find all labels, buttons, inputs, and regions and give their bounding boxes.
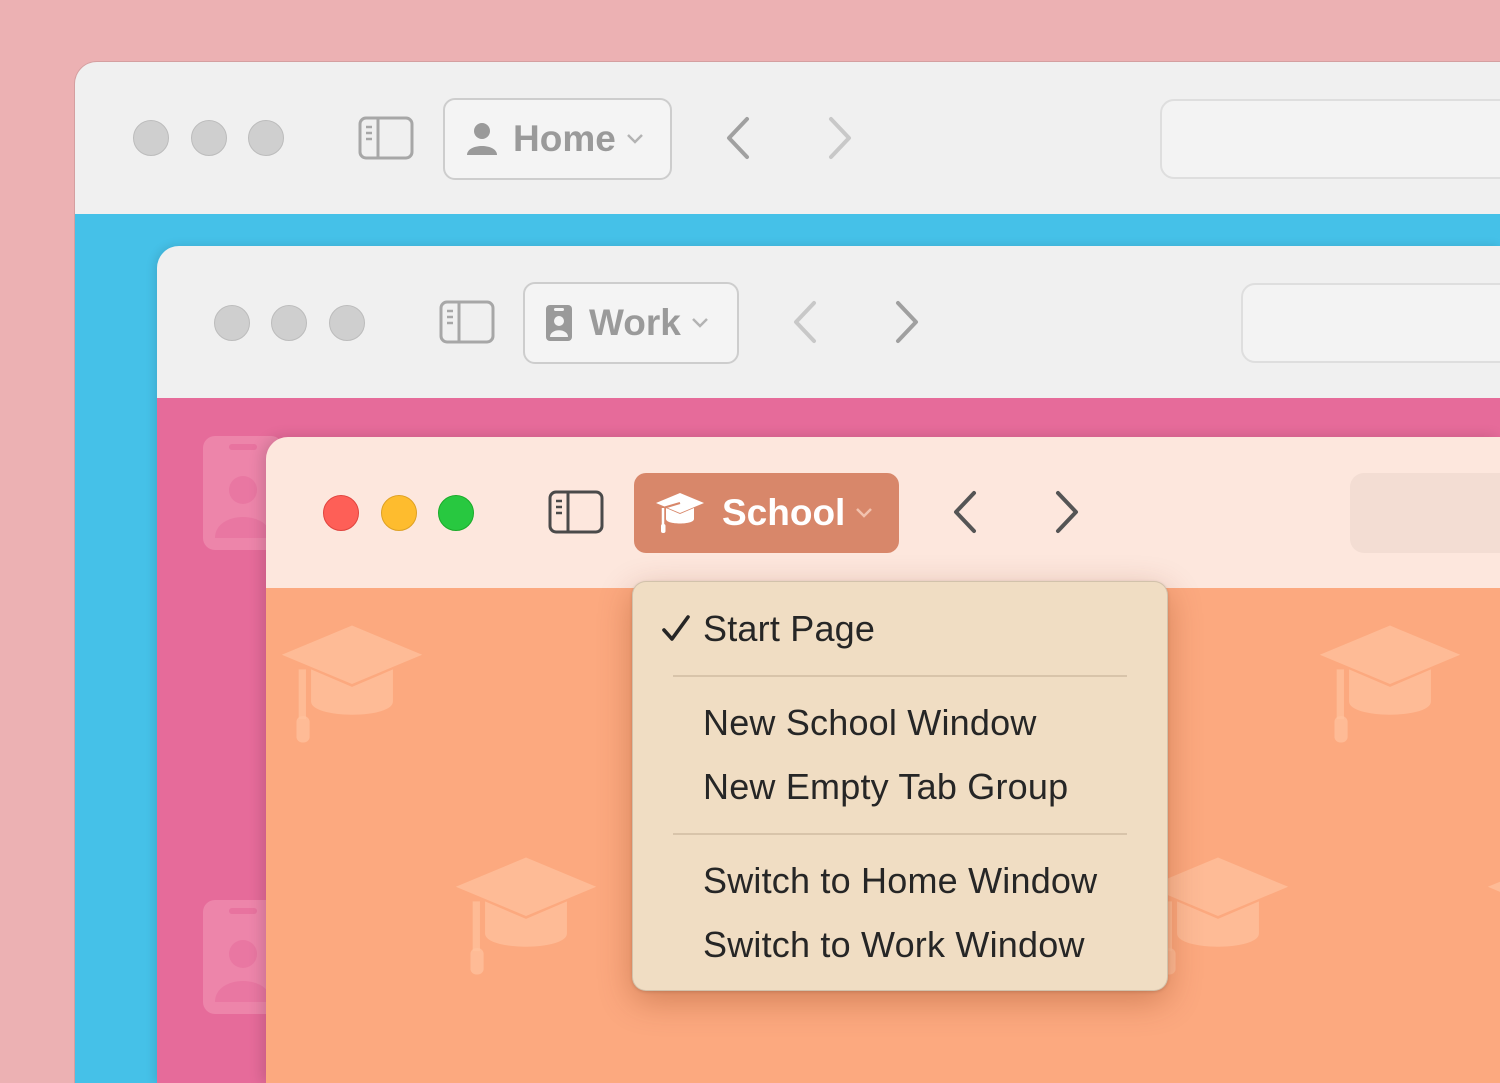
- chevron-down-icon: [691, 318, 708, 328]
- menu-item-new-school-window[interactable]: New School Window: [633, 692, 1167, 752]
- menu-item-label: Switch to Home Window: [703, 860, 1098, 901]
- menu-item-switch-to-home-window[interactable]: Switch to Home Window: [633, 850, 1167, 910]
- address-bar[interactable]: [1241, 283, 1500, 363]
- school-window-titlebar: School: [266, 437, 1500, 589]
- chevron-down-icon: [856, 508, 873, 518]
- sidebar-toggle-icon[interactable]: [439, 300, 495, 344]
- close-button[interactable]: [214, 305, 250, 341]
- minimize-button[interactable]: [191, 120, 227, 156]
- profile-label: Home: [513, 118, 616, 159]
- menu-item-new-empty-tab-group[interactable]: New Empty Tab Group: [633, 756, 1167, 816]
- chevron-down-icon: [626, 134, 643, 144]
- menu-separator: [673, 675, 1127, 677]
- forward-icon[interactable]: [892, 300, 922, 344]
- back-icon[interactable]: [790, 300, 820, 344]
- forward-icon[interactable]: [825, 116, 855, 160]
- profile-label: Work: [589, 302, 681, 343]
- graduation-cap-icon: [281, 625, 423, 743]
- sidebar-toggle-icon[interactable]: [548, 490, 604, 534]
- minimize-button[interactable]: [381, 495, 417, 531]
- menu-item-switch-to-work-window[interactable]: Switch to Work Window: [633, 914, 1167, 974]
- menu-separator: [673, 833, 1127, 835]
- person-icon: [467, 123, 497, 155]
- close-button[interactable]: [133, 120, 169, 156]
- menu-item-label: New School Window: [703, 702, 1037, 743]
- home-window-titlebar: Home: [75, 62, 1500, 215]
- menu-item-label: New Empty Tab Group: [703, 766, 1069, 807]
- profile-label: School: [722, 492, 846, 533]
- graduation-cap-icon: [1319, 625, 1461, 743]
- profile-menu: Start Page New School Window New Empty T…: [632, 581, 1168, 991]
- sidebar-toggle-icon[interactable]: [358, 116, 414, 160]
- address-bar[interactable]: [1350, 473, 1500, 553]
- checkmark-icon: [662, 615, 690, 641]
- menu-item-start-page[interactable]: Start Page: [633, 596, 1167, 664]
- graduation-cap-icon: [455, 857, 597, 975]
- id-badge-icon: [546, 305, 572, 341]
- menu-item-label: Start Page: [703, 608, 876, 649]
- back-icon[interactable]: [950, 490, 980, 534]
- address-bar[interactable]: [1160, 99, 1500, 179]
- zoom-button[interactable]: [248, 120, 284, 156]
- graduation-cap-icon: [1487, 881, 1500, 892]
- profile-button-home[interactable]: Home: [443, 98, 672, 180]
- profile-button-work[interactable]: Work: [523, 282, 739, 364]
- close-button[interactable]: [323, 495, 359, 531]
- work-window-titlebar: Work: [157, 246, 1500, 399]
- zoom-button[interactable]: [438, 495, 474, 531]
- back-icon[interactable]: [723, 116, 753, 160]
- zoom-button[interactable]: [329, 305, 365, 341]
- menu-item-label: Switch to Work Window: [703, 924, 1085, 965]
- forward-icon[interactable]: [1052, 490, 1082, 534]
- graduation-cap-icon: [656, 493, 704, 533]
- minimize-button[interactable]: [271, 305, 307, 341]
- profile-button-school[interactable]: School: [634, 473, 899, 553]
